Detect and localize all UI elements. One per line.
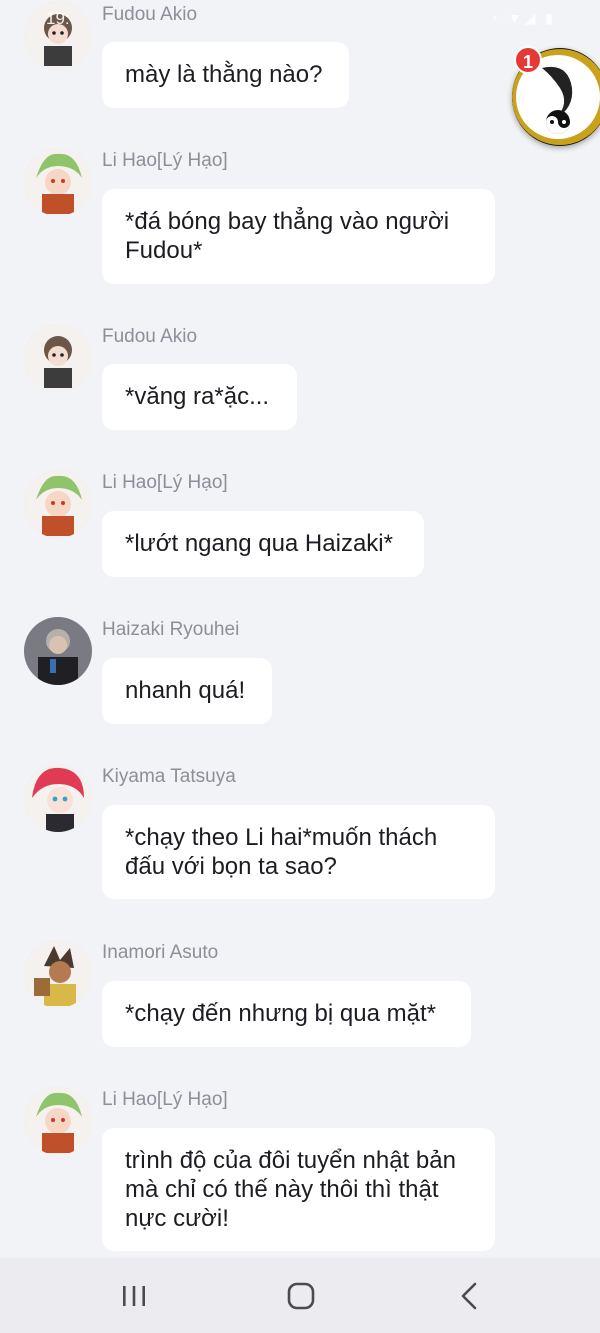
inamori-avatar[interactable] (24, 940, 92, 1008)
chat-area[interactable]: Fudou Akio mày là thằng nào? Li Hao[Lý H… (0, 0, 600, 1258)
navigation-bar (0, 1258, 600, 1333)
message-bubble[interactable]: trình độ của đôi tuyển nhật bản mà chỉ c… (102, 1128, 495, 1251)
message-bubble[interactable]: nhanh quá! (102, 658, 272, 724)
sender-name: Inamori Asuto (102, 942, 219, 963)
back-button[interactable] (450, 1278, 490, 1314)
sender-name: Li Hao[Lý Hạo] (102, 472, 228, 493)
message-bubble[interactable]: *chạy theo Li hai*muốn thách đấu với bọn… (102, 805, 495, 899)
kiyama-avatar[interactable] (24, 764, 92, 832)
fudou-avatar[interactable] (24, 324, 92, 392)
status-bar: 19: ◔ ▼◢ ▮ (0, 0, 600, 38)
message-bubble[interactable]: *đá bóng bay thẳng vào người Fudou* (102, 189, 495, 284)
status-icons: ◔ ▼◢ ▮ (489, 10, 556, 26)
recent-apps-icon (123, 1286, 145, 1306)
sender-name: Kiyama Tatsuya (102, 766, 236, 787)
message-bubble[interactable]: *lướt ngang qua Haizaki* (102, 511, 424, 577)
sender-name: Li Hao[Lý Hạo] (102, 150, 228, 171)
status-time: 19: (46, 9, 70, 28)
lihao-avatar[interactable] (24, 1087, 92, 1155)
back-icon (461, 1282, 477, 1310)
recent-apps-button[interactable] (114, 1278, 154, 1314)
lihao-avatar[interactable] (24, 148, 92, 216)
message-bubble[interactable]: *chạy đến nhưng bị qua mặt* (102, 981, 471, 1047)
message-bubble[interactable]: *văng ra*ặc... (102, 364, 297, 430)
sender-name: Fudou Akio (102, 326, 198, 347)
lihao-avatar[interactable] (24, 470, 92, 538)
haizaki-avatar[interactable] (24, 617, 92, 685)
message-bubble[interactable]: mày là thằng nào? (102, 42, 349, 108)
home-icon (287, 1282, 315, 1310)
notification-badge: 1 (514, 46, 542, 74)
sender-name: Haizaki Ryouhei (102, 619, 240, 640)
home-button[interactable] (281, 1278, 321, 1314)
sender-name: Li Hao[Lý Hạo] (102, 1089, 228, 1110)
